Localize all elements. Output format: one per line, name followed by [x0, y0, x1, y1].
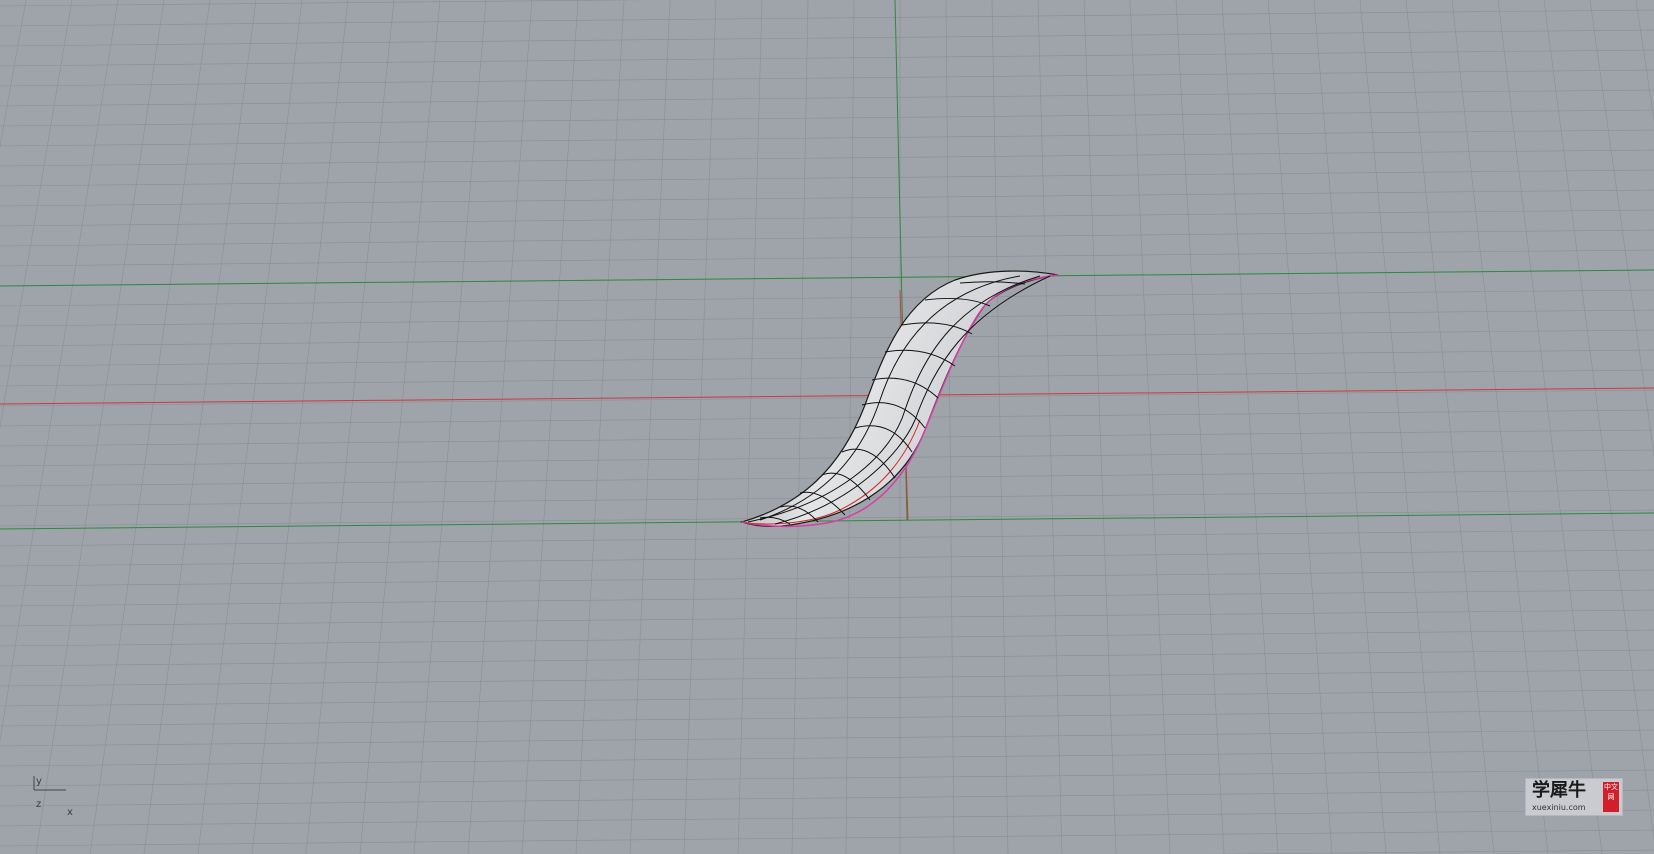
- watermark-badge-text: 中文网: [1604, 783, 1618, 801]
- grid-line-horizontal: [0, 729, 1654, 747]
- grid-line-horizontal: [0, 829, 1654, 847]
- grid-line-horizontal: [0, 409, 1654, 427]
- grid-line-horizontal: [0, 709, 1654, 727]
- grid-line-vertical: [1405, 0, 1495, 854]
- grid-line-horizontal: [0, 529, 1654, 547]
- grid-line-vertical: [35, 0, 165, 854]
- grid-line-vertical: [413, 0, 487, 854]
- grid-line-horizontal: [0, 669, 1654, 687]
- grid-line-vertical: [1083, 0, 1117, 854]
- grid-line-horizontal: [0, 89, 1654, 107]
- grid-line-vertical: [1359, 0, 1441, 854]
- grid-line-vertical: [1267, 0, 1333, 854]
- grid-line-vertical: [1589, 0, 1654, 458]
- grid-line-horizontal: [0, 209, 1654, 227]
- grid-line-horizontal: [0, 309, 1654, 327]
- grid-line-vertical: [1543, 0, 1654, 842]
- grid-line-vertical: [737, 0, 763, 854]
- grid-line-horizontal: [0, 449, 1654, 467]
- grid-line-horizontal: [0, 249, 1654, 267]
- grid-line-vertical: [1037, 0, 1063, 854]
- grid-line-vertical: [1497, 0, 1603, 854]
- grid-line-vertical: [1313, 0, 1387, 854]
- axis-icon-z-label: z: [36, 799, 41, 810]
- grid-line-vertical: [251, 0, 349, 854]
- grid-line-horizontal: [0, 189, 1654, 207]
- grid-line-vertical: [683, 0, 717, 854]
- grid-line-horizontal: [0, 289, 1654, 307]
- guide-line-top: [0, 269, 1654, 287]
- grid-line-vertical: [521, 0, 579, 854]
- grid-line-vertical: [1635, 0, 1654, 123]
- watermark-logo: 学犀牛 xuexiniu.com 中文网: [1525, 778, 1623, 816]
- grid-line-horizontal: [0, 589, 1654, 607]
- grid-line-horizontal: [0, 149, 1654, 167]
- grid-line-vertical: [945, 0, 955, 854]
- grid-line-horizontal: [0, 9, 1654, 27]
- grid-line-vertical: [197, 0, 303, 854]
- grid-line-horizontal: [1209, 849, 1654, 854]
- grid-line-vertical: [467, 0, 533, 854]
- grid-line-horizontal: [0, 629, 1654, 647]
- grid-line-horizontal: [0, 389, 1654, 407]
- viewport-canvas[interactable]: y z x: [0, 0, 1654, 854]
- grid-line-vertical: [89, 0, 211, 854]
- axis-icon-y-label: y: [36, 776, 42, 787]
- grid-line-vertical: [1451, 0, 1549, 854]
- grid-line-horizontal: [0, 169, 1654, 187]
- grid-line-vertical: [845, 0, 855, 854]
- grid-line-horizontal: [0, 369, 1654, 387]
- grid-line-vertical: [1221, 0, 1279, 854]
- perspective-viewport[interactable]: y z x 学犀牛 xuexiniu.com 中文网: [0, 0, 1654, 854]
- grid-line-horizontal: [0, 129, 1654, 147]
- grid-line-horizontal: [0, 609, 1654, 627]
- grid-line-horizontal: [0, 69, 1654, 87]
- grid-line-vertical: [991, 0, 1009, 854]
- grid-line-horizontal: [0, 789, 1654, 807]
- grid-line-vertical: [1175, 0, 1225, 854]
- grid-line-horizontal: [0, 229, 1654, 247]
- watermark-badge: 中文网: [1603, 782, 1619, 812]
- grid-line-vertical: [1129, 0, 1171, 854]
- grid-line-horizontal: [0, 809, 1654, 827]
- axis-icon: y z x: [33, 776, 73, 818]
- grid-line-horizontal: [0, 329, 1654, 347]
- watermark-title: 学犀牛: [1532, 780, 1586, 801]
- construction-grid: [0, 0, 1654, 854]
- grid-line-horizontal: [0, 649, 1654, 667]
- grid-line-vertical: [305, 0, 395, 854]
- grid-line-horizontal: [0, 29, 1654, 47]
- grid-line-horizontal: [0, 689, 1654, 707]
- grid-line-vertical: [143, 0, 257, 854]
- grid-line-horizontal: [0, 749, 1654, 767]
- grid-line-horizontal: [0, 349, 1654, 367]
- axis-icon-x-label: x: [67, 807, 73, 818]
- grid-line-horizontal: [0, 769, 1654, 787]
- grid-line-horizontal: [0, 109, 1654, 127]
- grid-line-horizontal: [0, 569, 1654, 587]
- world-x-axis-line: [0, 387, 1654, 405]
- watermark-url: xuexiniu.com: [1532, 803, 1586, 812]
- grid-line-vertical: [575, 0, 625, 854]
- grid-line-vertical: [359, 0, 441, 854]
- grid-line-vertical: [791, 0, 809, 854]
- grid-line-vertical: [629, 0, 671, 854]
- grid-line-horizontal: [0, 549, 1654, 567]
